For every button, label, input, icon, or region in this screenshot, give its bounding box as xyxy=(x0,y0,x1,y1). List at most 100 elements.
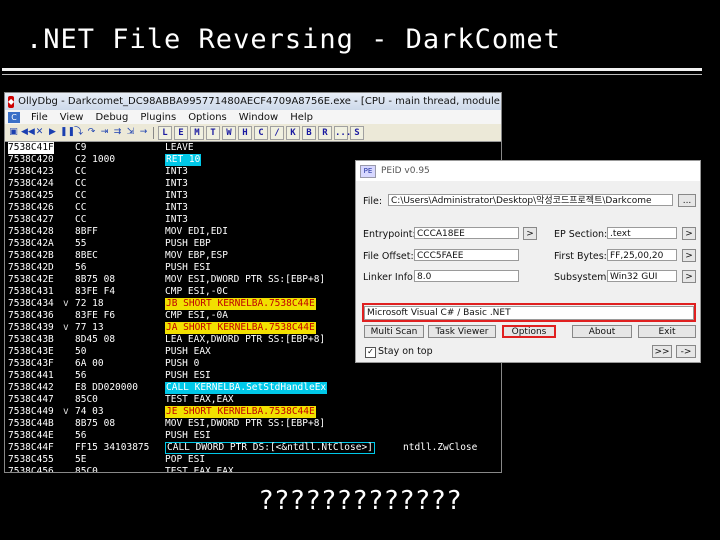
toolbar-modules-button[interactable]: E xyxy=(174,125,188,140)
menu-plugins[interactable]: Plugins xyxy=(134,112,182,123)
disasm-row[interactable]: 7538C449 v 74 03 JE SHORT KERNELBA.7538C44E xyxy=(5,406,501,418)
toolbar-references-button[interactable]: R xyxy=(318,125,332,140)
disasm-hex: 8BFF xyxy=(75,226,98,237)
toolbar-breakpoints-button[interactable]: B xyxy=(302,125,316,140)
run-icon[interactable]: ▶ xyxy=(47,127,58,138)
options-button[interactable]: Options xyxy=(502,325,556,338)
toolbar-runtrace-button[interactable]: ... xyxy=(334,125,351,140)
subsystem-detail-button[interactable]: > xyxy=(682,270,696,283)
menu-options[interactable]: Options xyxy=(182,112,233,123)
entrypoint-detail-button[interactable]: > xyxy=(523,227,537,240)
disasm-hex: 8D45 08 xyxy=(75,334,116,345)
disasm-address: 7538C423 xyxy=(8,166,54,177)
disasm-row[interactable]: 7538C44F FF15 34103875 CALL DWORD PTR DS:[… xyxy=(5,442,501,454)
toolbar-memory-button[interactable]: M xyxy=(190,125,204,140)
toolbar-threads-button[interactable]: T xyxy=(206,125,220,140)
toolbar-log-button[interactable]: L xyxy=(158,125,172,140)
menu-debug[interactable]: Debug xyxy=(89,112,134,123)
disasm-instruction: RET 10 xyxy=(165,154,202,166)
peid-title: PEiD v0.95 xyxy=(381,166,430,176)
disasm-address: 7538C441 xyxy=(8,370,54,381)
menu-view[interactable]: View xyxy=(54,112,90,123)
disasm-hex: 55 xyxy=(75,238,87,249)
toolbar-windows-button[interactable]: W xyxy=(222,125,236,140)
toolbar-handles-button[interactable]: H xyxy=(238,125,252,140)
toolbar-source-button[interactable]: S xyxy=(350,125,364,140)
plugins-menu-button[interactable]: -> xyxy=(676,345,696,358)
file-path-field[interactable]: C:\Users\Administrator\Desktop\악성코드프로젝트\… xyxy=(388,194,673,206)
disasm-address: 7538C436 xyxy=(8,310,54,321)
disasm-hex: 6A 00 xyxy=(75,358,104,369)
menu-help[interactable]: Help xyxy=(284,112,319,123)
ep-section-detail-button[interactable]: > xyxy=(682,227,696,240)
rewind-icon[interactable]: ◀◀ xyxy=(21,127,35,138)
toolbar-cpu-button[interactable]: C xyxy=(254,125,268,140)
disasm-row[interactable]: 7538C41F C9 LEAVE xyxy=(5,142,501,154)
task-viewer-button[interactable]: Task Viewer xyxy=(428,325,496,338)
pause-icon[interactable]: ❚❚ xyxy=(60,127,75,138)
ollydbg-menubar: C File View Debug Plugins Options Window… xyxy=(5,110,501,124)
stay-on-top-checkbox[interactable]: ✓ xyxy=(365,347,376,358)
toolbar-separator xyxy=(153,126,154,139)
disasm-instruction: CALL DWORD PTR DS:[<&ntdll.NtClose>] xyxy=(165,442,375,454)
disasm-instruction: PUSH ESI xyxy=(165,262,211,273)
first-bytes-label: First Bytes: xyxy=(554,251,607,262)
disasm-hex: 72 18 xyxy=(75,298,104,309)
disasm-instruction: PUSH ESI xyxy=(165,370,211,381)
disasm-hex: 77 13 xyxy=(75,322,104,333)
subsystem-label: Subsystem: xyxy=(554,272,610,283)
step-over-icon[interactable]: ↷ xyxy=(86,127,97,138)
close-icon[interactable]: ✕ xyxy=(34,127,45,138)
entrypoint-field[interactable]: CCCA18EE xyxy=(414,227,519,239)
disasm-row[interactable]: 7538C44E 56 PUSH ESI xyxy=(5,430,501,442)
entrypoint-label: Entrypoint: xyxy=(363,229,416,240)
disasm-hex: 85C0 xyxy=(75,466,98,473)
disasm-row[interactable]: 7538C455 5E POP ESI xyxy=(5,454,501,466)
disasm-address: 7538C42E xyxy=(8,274,54,285)
disasm-row[interactable]: 7538C44B 8B75 08 MOV ESI,DWORD PTR SS:[EBP… xyxy=(5,418,501,430)
disasm-hex: 56 xyxy=(75,430,87,441)
first-bytes-detail-button[interactable]: > xyxy=(682,249,696,262)
disasm-address: 7538C431 xyxy=(8,286,54,297)
file-offset-field[interactable]: CCC5FAEE xyxy=(414,249,519,261)
disasm-address: 7538C427 xyxy=(8,214,54,225)
exit-button[interactable]: Exit xyxy=(638,325,696,338)
jump-marker: v xyxy=(63,322,69,333)
first-bytes-field[interactable]: FF,25,00,20 xyxy=(607,249,677,261)
disasm-instruction: INT3 xyxy=(165,190,188,201)
disasm-row[interactable]: 7538C441 56 PUSH ESI xyxy=(5,370,501,382)
toolbar-patches-button[interactable]: / xyxy=(270,125,284,140)
about-button[interactable]: About xyxy=(572,325,632,338)
linker-info-label: Linker Info: xyxy=(363,272,417,283)
slide-caption: ????????????? xyxy=(258,486,462,516)
disasm-address: 7538C43E xyxy=(8,346,54,357)
execute-till-return-icon[interactable]: ⇲ xyxy=(125,127,136,138)
subsystem-field[interactable]: Win32 GUI xyxy=(607,270,677,282)
cpu-window-icon[interactable]: C xyxy=(8,111,20,123)
linker-info-field[interactable]: 8.0 xyxy=(414,270,519,282)
ep-section-label: EP Section: xyxy=(554,229,608,240)
disasm-instruction: JE SHORT KERNELBA.7538C44E xyxy=(165,406,316,418)
disasm-instruction: TEST EAX,EAX xyxy=(165,394,234,405)
ep-section-field[interactable]: .text xyxy=(607,227,677,239)
menu-file[interactable]: File xyxy=(25,112,54,123)
ollydbg-titlebar[interactable]: ◆ OllyDbg - Darkcomet_DC98ABBA995771480A… xyxy=(5,93,501,110)
open-icon[interactable]: ▣ xyxy=(8,127,19,138)
step-into-icon[interactable]: ⤵ xyxy=(73,127,84,138)
toolbar-callstack-button[interactable]: K xyxy=(286,125,300,140)
disasm-instruction: JB SHORT KERNELBA.7538C44E xyxy=(165,298,316,310)
disasm-instruction: LEA EAX,DWORD PTR SS:[EBP+8] xyxy=(165,334,326,345)
menu-window[interactable]: Window xyxy=(233,112,284,123)
extra-info-button[interactable]: >> xyxy=(652,345,672,358)
disasm-row[interactable]: 7538C456 85C0 TEST EAX,EAX xyxy=(5,466,501,473)
animate-over-icon[interactable]: ⇉ xyxy=(112,127,123,138)
browse-button[interactable]: ... xyxy=(678,194,696,207)
disasm-address: 7538C420 xyxy=(8,154,54,165)
multi-scan-button[interactable]: Multi Scan xyxy=(364,325,424,338)
disasm-row[interactable]: 7538C447 85C0 TEST EAX,EAX xyxy=(5,394,501,406)
disasm-row[interactable]: 7538C442 E8 DD020000 CALL KERNELBA.SetStdH… xyxy=(5,382,501,394)
disasm-hex: 83FE F6 xyxy=(75,310,116,321)
goto-icon[interactable]: → xyxy=(138,127,149,138)
peid-titlebar[interactable]: PE PEiD v0.95 xyxy=(356,161,700,181)
animate-into-icon[interactable]: ⇥ xyxy=(99,127,110,138)
